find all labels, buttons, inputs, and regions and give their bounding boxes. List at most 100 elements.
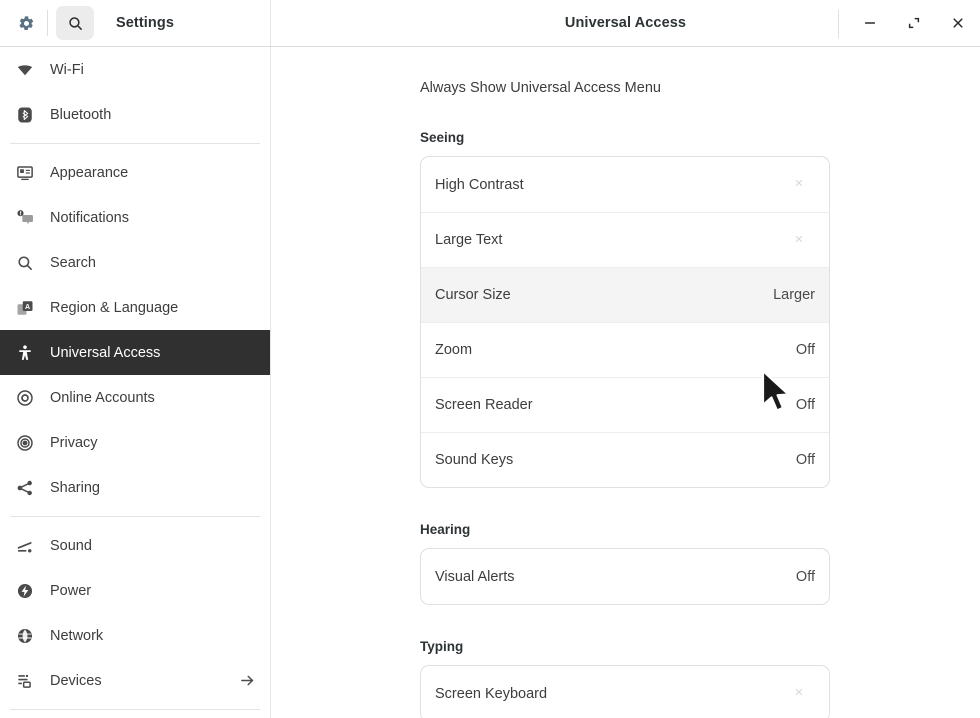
sidebar-item-search[interactable]: Search	[0, 240, 270, 285]
row-high-contrast[interactable]: High Contrast✕	[421, 157, 829, 212]
row-label: Visual Alerts	[435, 569, 515, 585]
settings-window: Settings Universal Access	[0, 0, 980, 718]
search-button[interactable]	[56, 6, 94, 40]
window-body: Wi-Fi Bluetooth Appearance Notifications Sea…	[0, 47, 980, 718]
row-label: Zoom	[435, 342, 472, 358]
content-panel: Always Show Universal Access Menu ✓ Seei…	[271, 47, 980, 718]
row-value: Off	[796, 397, 815, 413]
sidebar-item-power[interactable]: Power	[0, 568, 270, 613]
sidebar-item-label: Bluetooth	[50, 107, 111, 123]
sidebar-item-region-language[interactable]: A Region & Language	[0, 285, 270, 330]
sidebar-item-label: Sharing	[50, 480, 100, 496]
toggle-knob	[803, 91, 827, 115]
row-value: Off	[796, 342, 815, 358]
row-label: Cursor Size	[435, 287, 511, 303]
window-controls	[848, 0, 980, 46]
universal-access-icon	[12, 344, 38, 362]
sidebar-item-universal-access[interactable]: Universal Access	[0, 330, 270, 375]
section-card-seeing: High Contrast✕Large Text✕ Cursor Size Larg…	[420, 156, 830, 488]
row-cursor-size[interactable]: Cursor Size Larger	[421, 267, 829, 322]
row-label: High Contrast	[435, 177, 524, 193]
sidebar-item-label: Privacy	[50, 435, 98, 451]
content-inner: Always Show Universal Access Menu ✓ Seei…	[271, 80, 980, 718]
sidebar-separator	[10, 143, 260, 144]
sidebar-item-devices[interactable]: Devices	[0, 658, 270, 703]
search-icon	[12, 254, 38, 272]
sidebar-item-label: Search	[50, 255, 96, 271]
sidebar-item-network[interactable]: Network	[0, 613, 270, 658]
privacy-icon	[12, 434, 38, 452]
toggle-knob	[818, 697, 830, 718]
row-zoom[interactable]: Zoom Off	[421, 322, 829, 377]
toggle-knob	[818, 243, 830, 267]
maximize-button[interactable]	[892, 0, 936, 47]
sidebar-item-label: Power	[50, 583, 91, 599]
devices-icon	[12, 672, 38, 690]
bluetooth-icon	[12, 106, 38, 124]
sidebar-item-label: Network	[50, 628, 103, 644]
sidebar-item-label: Region & Language	[50, 300, 178, 316]
sidebar-separator	[10, 516, 260, 517]
row-label: Screen Keyboard	[435, 686, 547, 702]
sidebar-item-sound[interactable]: Sound	[0, 523, 270, 568]
row-label: Large Text	[435, 232, 502, 248]
network-icon	[12, 627, 38, 645]
row-label: Sound Keys	[435, 452, 513, 468]
gear-icon[interactable]	[11, 8, 41, 38]
sidebar-item-label: Universal Access	[50, 345, 160, 361]
sidebar-item-appearance[interactable]: Appearance	[0, 150, 270, 195]
close-button[interactable]	[936, 0, 980, 47]
notifications-icon	[12, 209, 38, 227]
online-accounts-icon	[12, 389, 38, 407]
sidebar-item-bluetooth[interactable]: Bluetooth	[0, 92, 270, 137]
sidebar-item-privacy[interactable]: Privacy	[0, 420, 270, 465]
row-label: Screen Reader	[435, 397, 533, 413]
sidebar-item-label: Devices	[50, 673, 102, 689]
appearance-icon	[12, 164, 38, 182]
row-value: Off	[796, 569, 815, 585]
sidebar-item-notifications[interactable]: Notifications	[0, 195, 270, 240]
sidebar-item-label: Sound	[50, 538, 92, 554]
row-large-text[interactable]: Large Text✕	[421, 212, 829, 267]
settings-sections: SeeingHigh Contrast✕Large Text✕Cursor Si…	[271, 130, 980, 718]
region-language-icon: A	[12, 299, 38, 317]
always-show-universal-access-menu-row[interactable]: Always Show Universal Access Menu ✓	[420, 80, 830, 96]
minimize-button[interactable]	[848, 0, 892, 47]
row-value: Larger	[773, 287, 815, 303]
minimize-icon	[863, 16, 877, 30]
power-icon	[12, 582, 38, 600]
gear-icon-glyph	[18, 15, 35, 32]
row-visual-alerts[interactable]: Visual Alerts Off	[421, 549, 829, 604]
sidebar-item-online-accounts[interactable]: Online Accounts	[0, 375, 270, 420]
sidebar-item-label: Appearance	[50, 165, 128, 181]
titlebar-divider	[47, 10, 48, 36]
row-screen-reader[interactable]: Screen Reader Off	[421, 377, 829, 432]
sound-icon	[12, 537, 38, 555]
section-title-typing: Typing	[420, 639, 980, 654]
section-card-hearing: Visual Alerts Off	[420, 548, 830, 605]
always-show-menu-label: Always Show Universal Access Menu	[420, 80, 661, 96]
titlebar-right: Universal Access	[271, 0, 980, 46]
titlebar-left: Settings	[0, 0, 271, 46]
section-title-hearing: Hearing	[420, 522, 980, 537]
sidebar-item-label: Wi-Fi	[50, 62, 84, 78]
titlebar: Settings Universal Access	[0, 0, 980, 47]
sidebar-item-wi-fi[interactable]: Wi-Fi	[0, 47, 270, 92]
wifi-icon	[12, 61, 38, 79]
sidebar-separator	[10, 709, 260, 710]
sidebar-item-sharing[interactable]: Sharing	[0, 465, 270, 510]
svg-text:A: A	[25, 302, 30, 310]
close-icon	[951, 16, 965, 30]
sidebar-item-label: Online Accounts	[50, 390, 155, 406]
window-controls-divider	[838, 10, 839, 38]
app-title: Settings	[116, 15, 174, 31]
section-card-typing: Screen Keyboard✕	[420, 665, 830, 718]
row-screen-keyboard[interactable]: Screen Keyboard✕	[421, 666, 829, 718]
section-title-seeing: Seeing	[420, 130, 980, 145]
sidebar-item-label: Notifications	[50, 210, 129, 226]
toggle-knob	[818, 188, 830, 212]
search-icon	[67, 15, 84, 32]
sharing-icon	[12, 479, 38, 497]
row-sound-keys[interactable]: Sound KeysOff	[421, 432, 829, 487]
arrow-right-icon[interactable]	[239, 672, 256, 689]
